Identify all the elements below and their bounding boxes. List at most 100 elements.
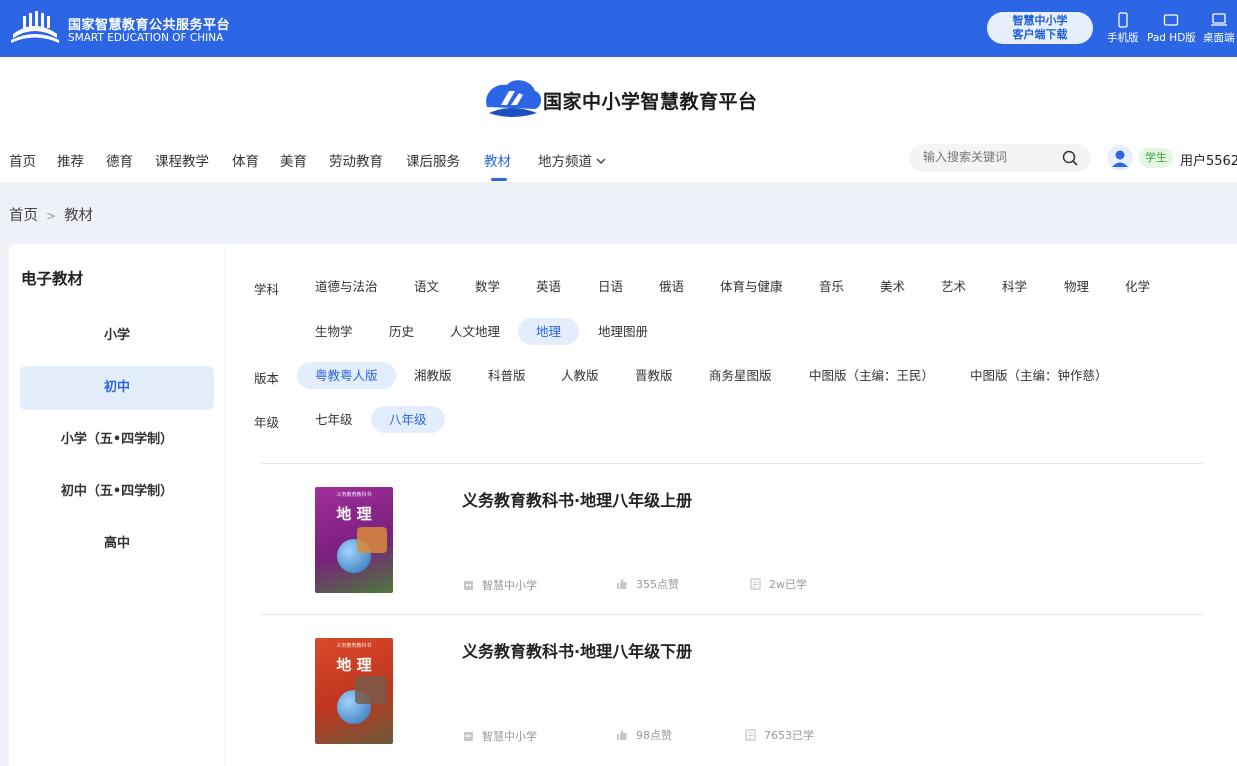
device-phone[interactable]: 手机版 [1107,12,1139,45]
book-cover-image[interactable]: 义务教育教科书 地 理 [315,638,393,744]
sidebar-item-junior[interactable]: 初中 [20,366,214,410]
school-icon [464,581,473,590]
nav-active-indicator [491,178,507,181]
book-source-label: 智慧中小学 [482,730,537,743]
phone-icon [1118,12,1128,28]
edition-chip[interactable]: 商务星图版 [691,362,790,389]
sidebar: 电子教材 小学 初中 小学（五•四学制） 初中（五•四学制） 高中 [9,244,225,766]
sidebar-item-junior-54[interactable]: 初中（五•四学制） [20,470,214,514]
subject-chip[interactable]: 数学 [457,273,518,300]
subject-chip[interactable]: 地理图册 [580,318,666,345]
device-phone-label: 手机版 [1107,32,1139,44]
book-likes: 355点赞 [616,576,679,592]
school-icon [464,732,473,741]
subject-chip[interactable]: 物理 [1046,273,1107,300]
brand-name-cn: 国家智慧教育公共服务平台 [68,18,231,33]
nav-course[interactable]: 课程教学 [155,150,209,170]
smart-education-logo-icon[interactable] [9,10,61,46]
edition-chip[interactable]: 湘教版 [396,362,470,389]
sidebar-item-primary-54[interactable]: 小学（五•四学制） [20,418,214,462]
subject-chip[interactable]: 生物学 [297,318,371,345]
filter-label-grade: 年级 [254,415,280,430]
brand-name-en: SMART EDUCATION OF CHINA [68,32,224,44]
subject-chip[interactable]: 道德与法治 [297,273,396,300]
nav-recommend[interactable]: 推荐 [57,150,84,170]
cover-text: 地 理 [336,656,372,674]
tablet-icon [1164,14,1179,26]
book-title[interactable]: 义务教育教科书·地理八年级上册 [462,487,692,511]
sidebar-item-primary[interactable]: 小学 [20,314,214,358]
platform-logo-icon[interactable] [481,77,543,123]
subject-chip[interactable]: 日语 [580,273,641,300]
subject-chip[interactable]: 语文 [396,273,457,300]
nav-textbooks[interactable]: 教材 [484,150,511,170]
book-card[interactable]: 义务教育教科书 地 理 义务教育教科书·地理八年级上册 智慧中小学 355点赞 … [226,464,1237,614]
edition-chip-active[interactable]: 粤教粤人版 [297,362,396,389]
subject-chip[interactable]: 体育与健康 [702,273,801,300]
book-source: 智慧中小学 [463,728,537,744]
client-download-line1: 智慧中小学 [1012,14,1068,27]
breadcrumb-home[interactable]: 首页 [9,208,38,224]
sidebar-item-senior[interactable]: 高中 [20,522,214,566]
book-likes: 98点赞 [616,727,672,743]
search-input[interactable] [923,150,1053,164]
edition-chip[interactable]: 科普版 [470,362,544,389]
nav-moral[interactable]: 德育 [106,150,133,170]
subject-chip[interactable]: 人文地理 [432,318,518,345]
book-likes-label: 355点赞 [636,578,679,591]
grade-chip-active[interactable]: 八年级 [371,406,445,433]
nav-after-school[interactable]: 课后服务 [406,150,460,170]
chevron-down-icon [596,158,606,164]
header: 国家中小学智慧教育平台 首页 推荐 德育 课程教学 体育 美育 劳动教育 课后服… [0,57,1237,182]
edition-chip[interactable]: 人教版 [543,362,617,389]
edition-chip[interactable]: 晋教版 [617,362,691,389]
subject-chip[interactable]: 英语 [518,273,579,300]
filter-label-subject: 学科 [254,282,280,297]
subject-chip[interactable]: 科学 [984,273,1045,300]
nav-local-channel[interactable]: 地方频道 [538,150,606,170]
role-badge: 学生 [1139,148,1173,168]
search-icon[interactable] [1062,150,1079,167]
nav-sports[interactable]: 体育 [232,150,259,170]
nav-local-label: 地方频道 [538,154,592,170]
book-learners: 7653已学 [745,727,814,743]
book-likes-label: 98点赞 [636,729,672,742]
study-record-icon [750,578,761,590]
subject-chip-active[interactable]: 地理 [518,318,580,345]
edition-chip[interactable]: 中图版（主编：王民） [791,362,952,389]
breadcrumb-current: 教材 [64,208,94,224]
nav-labor[interactable]: 劳动教育 [329,150,383,170]
nav-arts[interactable]: 美育 [280,150,307,170]
search-box [909,144,1091,172]
subject-chip[interactable]: 化学 [1107,273,1168,300]
subject-chip[interactable]: 俄语 [641,273,702,300]
device-pad-label: Pad HD版 [1147,32,1196,44]
book-learners-label: 2w已学 [769,578,807,591]
filter-label-edition: 版本 [254,371,280,386]
book-card[interactable]: 义务教育教科书 地 理 义务教育教科书·地理八年级下册 智慧中小学 98点赞 7… [226,615,1237,765]
subject-chip[interactable]: 艺术 [923,273,984,300]
book-source: 智慧中小学 [463,577,537,593]
grade-chip[interactable]: 七年级 [297,406,371,433]
edition-chip[interactable]: 中图版（主编：钟作慈） [952,362,1126,389]
subject-chip[interactable]: 历史 [371,318,432,345]
device-desktop[interactable]: 桌面端 [1203,12,1235,45]
book-learners: 2w已学 [750,576,807,592]
subject-chip[interactable]: 音乐 [801,273,862,300]
avatar[interactable] [1107,145,1133,171]
nav-home[interactable]: 首页 [9,150,36,170]
client-download-line2: 客户端下载 [1012,28,1068,41]
device-pad[interactable]: Pad HD版 [1147,12,1196,45]
client-download-button[interactable]: 智慧中小学 客户端下载 [987,12,1093,44]
thumbs-up-icon [617,579,627,589]
book-source-label: 智慧中小学 [482,579,537,592]
username[interactable]: 用户5562 [1180,150,1237,169]
study-record-icon [745,729,756,741]
book-learners-label: 7653已学 [764,729,814,742]
book-title[interactable]: 义务教育教科书·地理八年级下册 [462,638,692,662]
book-cover-image[interactable]: 义务教育教科书 地 理 [315,487,393,593]
platform-title: 国家中小学智慧教育平台 [543,91,758,113]
thumbs-up-icon [617,730,627,740]
subject-chip[interactable]: 美术 [862,273,923,300]
sidebar-title: 电子教材 [21,270,84,288]
